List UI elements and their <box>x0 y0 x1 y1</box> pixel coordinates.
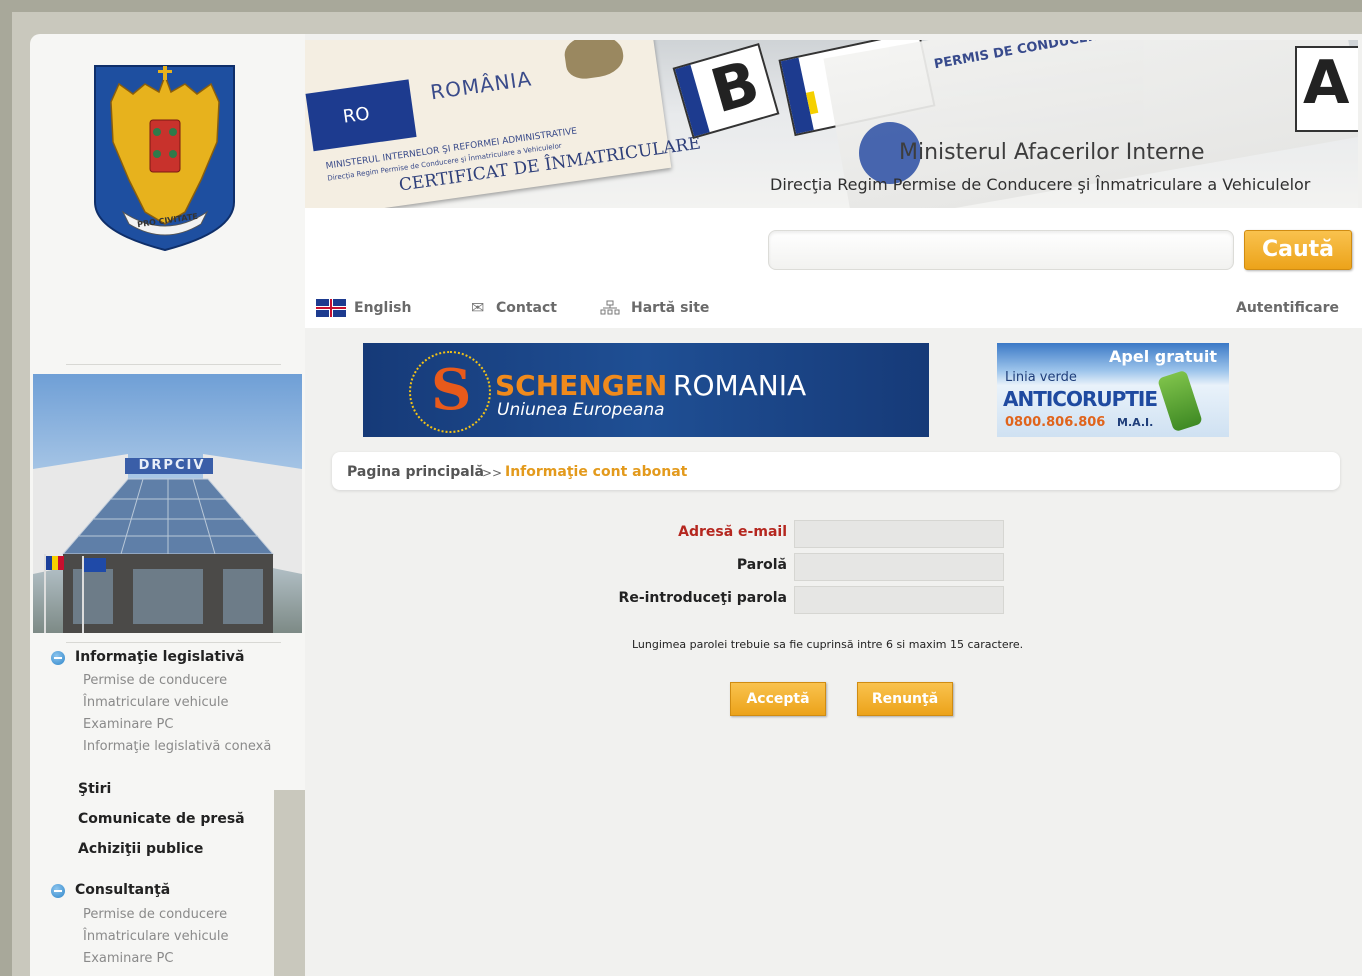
sidebar-item-consult-registration[interactable]: Înmatriculare vehicule <box>83 929 228 944</box>
sidebar-item-procurement[interactable]: Achiziţii publice <box>78 841 203 857</box>
top-toolbar <box>305 290 1362 328</box>
schengen-title-2: ROMANIA <box>673 369 807 402</box>
search-input[interactable] <box>768 230 1234 270</box>
license-plate-b: B <box>672 43 780 139</box>
card-country: ROMÂNIA <box>428 66 534 105</box>
login-link[interactable]: Autentificare <box>1236 300 1339 316</box>
schengen-title-1: SCHENGEN <box>495 369 668 402</box>
search-button[interactable]: Caută <box>1244 230 1352 270</box>
sidebar-item-news[interactable]: Ştiri <box>78 781 111 797</box>
english-link[interactable]: English <box>354 300 411 316</box>
anticorruption-phone: 0800.806.806 <box>1005 415 1106 430</box>
coat-of-arms-logo[interactable]: PRO CIVITATE <box>93 62 236 253</box>
password-hint: Lungimea parolei trebuie sa fie cuprinsă… <box>632 638 1024 651</box>
anticorruption-line: Linia verde <box>1005 370 1077 385</box>
email-field[interactable] <box>794 520 1004 548</box>
license-title: PERMIS DE CONDUCERE <box>932 40 1108 73</box>
anticorruption-org: M.A.I. <box>1117 416 1154 429</box>
email-label: Adresă e-mail <box>678 524 787 540</box>
sidebar-divider <box>66 364 281 365</box>
sidebar-divider-2 <box>66 642 281 643</box>
sidebar-item-vehicle-registration[interactable]: Înmatriculare vehicule <box>83 695 228 710</box>
breadcrumb: Pagina principală >> Informaţie cont abo… <box>332 452 1340 490</box>
schengen-s-icon: S <box>431 357 472 423</box>
sidebar-item-driving-licenses[interactable]: Permise de conducere <box>83 673 227 688</box>
anticorruption-title: ANTICORUPTIE <box>1003 387 1158 411</box>
schengen-banner[interactable]: S SCHENGEN ROMANIA Uniunea Europeana <box>363 343 929 437</box>
sitemap-link[interactable]: Hartă site <box>631 300 709 316</box>
envelope-icon: ✉ <box>471 298 485 317</box>
sidebar-section-legislation[interactable]: Informaţie legislativă <box>75 649 244 665</box>
breadcrumb-current: Informaţie cont abonat <box>505 464 688 480</box>
sitemap-icon <box>600 300 620 316</box>
building-photo: DRPCIV <box>33 374 302 633</box>
contact-link[interactable]: Contact <box>496 300 557 316</box>
sidebar-section-consulting[interactable]: Consultanţă <box>75 882 170 898</box>
registration-card-image: RO ROMÂNIA MINISTERUL INTERNELOR ŞI REFO… <box>305 40 702 208</box>
password-field[interactable] <box>794 553 1004 581</box>
schengen-subtitle: Uniunea Europeana <box>497 400 665 420</box>
anticorruption-top: Apel gratuit <box>1109 347 1218 366</box>
anticorruption-banner[interactable]: Apel gratuit Linia verde ANTICORUPTIE 08… <box>997 343 1229 437</box>
plate-letter-a: A <box>1303 48 1350 118</box>
collapse-icon[interactable] <box>51 884 65 898</box>
license-plate-a: A <box>1295 46 1358 132</box>
sidebar-item-related-legislation[interactable]: Informaţie legislativă conexă <box>83 739 271 754</box>
breadcrumb-separator: >> <box>482 466 503 480</box>
uk-flag-icon[interactable] <box>316 299 346 317</box>
password-label: Parolă <box>736 557 787 573</box>
eu-code: RO <box>341 103 372 128</box>
accept-button[interactable]: Acceptă <box>730 682 826 716</box>
building-sign: DRPCIV <box>138 458 206 473</box>
phone-icon <box>1157 369 1203 433</box>
sidebar-curve-cutout <box>274 790 305 976</box>
collapse-icon[interactable] <box>51 651 65 665</box>
sidebar-item-consult-licenses[interactable]: Permise de conducere <box>83 907 227 922</box>
plate-letter-b: B <box>703 47 767 128</box>
sidebar-item-press[interactable]: Comunicate de presă <box>78 811 245 827</box>
romania-map-icon <box>562 40 626 82</box>
sidebar-item-exam[interactable]: Examinare PC <box>83 717 173 732</box>
breadcrumb-home[interactable]: Pagina principală <box>347 464 484 480</box>
sidebar-item-consult-exam[interactable]: Examinare PC <box>83 951 173 966</box>
ministry-title: Ministerul Afacerilor Interne <box>899 140 1205 165</box>
confirm-password-field[interactable] <box>794 586 1004 614</box>
cancel-button[interactable]: Renunţă <box>857 682 953 716</box>
confirm-password-label: Re-introduceţi parola <box>618 590 787 606</box>
directorate-title: Direcţia Regim Permise de Conducere şi Î… <box>770 175 1311 194</box>
header-banner: RO ROMÂNIA MINISTERUL INTERNELOR ŞI REFO… <box>305 40 1358 208</box>
